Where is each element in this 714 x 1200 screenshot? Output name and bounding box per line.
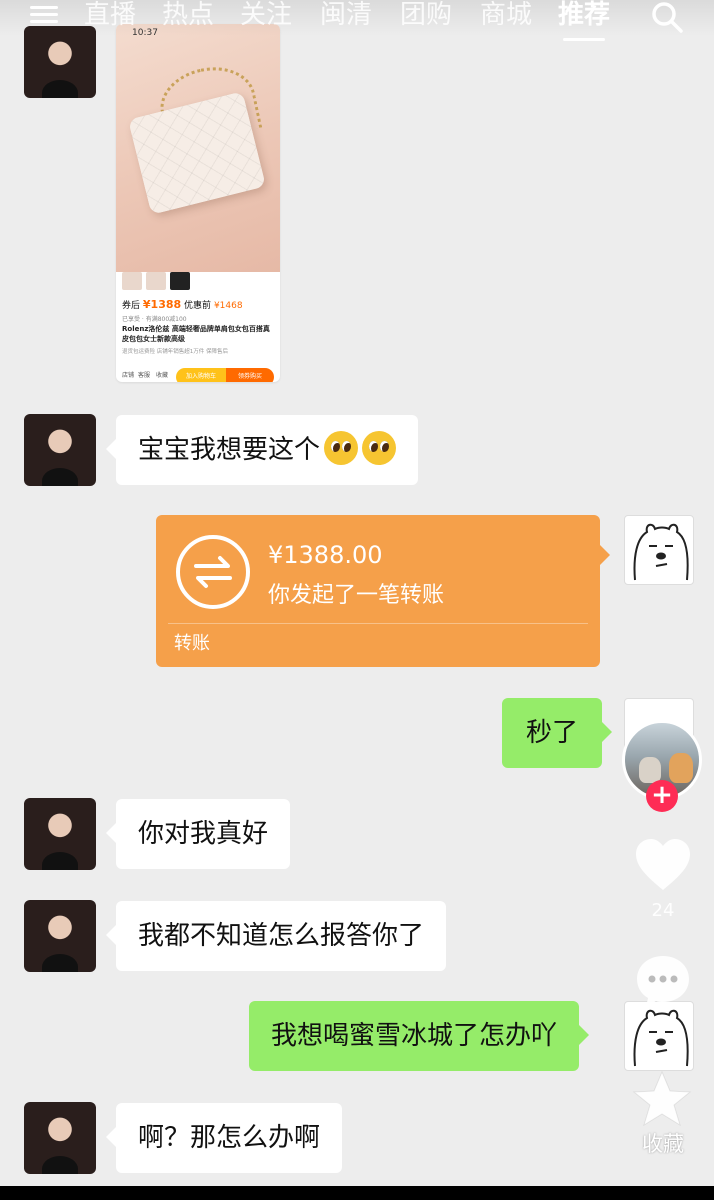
pleading-face-emoji [362,430,397,465]
favorite-label: 收藏 [642,1132,684,1156]
price-label: 券后 [122,301,141,311]
self-avatar[interactable] [624,515,694,585]
heart-icon[interactable] [634,838,692,892]
tab-following[interactable]: 关注 [240,0,292,30]
message-text: 宝宝我想要这个 [138,435,321,465]
message-text: 我想喝蜜雪冰城了怎办吖 [271,1021,558,1051]
bear-avatar-icon [633,1009,689,1067]
product-tags: 退货包运费险 店铺年销售超1万件 保障售后 [122,349,228,355]
message-bubble[interactable]: 我都不知道怎么报答你了 [105,901,447,971]
transfer-divider [168,623,588,624]
message-bubble[interactable]: 秒了 [502,698,613,768]
tab-hot[interactable]: 热点 [162,0,214,30]
transfer-amount: ¥1388.00 [268,541,383,569]
contact-avatar[interactable] [24,1102,96,1174]
comment-icon[interactable] [634,954,692,1008]
tab-live[interactable]: 直播 [84,0,136,30]
message-text: 我都不知道怎么报答你了 [138,921,425,951]
contact-avatar[interactable] [24,414,96,486]
active-tab-indicator [563,38,605,41]
contact-avatar[interactable] [24,900,96,972]
product-promo: 已享受 · 有满800减100 [122,316,187,323]
product-price: ¥1388 [142,298,182,311]
message-text: 啊？那怎么办啊 [138,1123,321,1153]
tab-mall[interactable]: 商城 [480,0,532,30]
transfer-description: 你发起了一笔转账 [268,583,445,608]
product-photo: 10:37 [116,24,280,272]
price-row: 券后 ¥1388 优惠前 ¥1468 [122,298,243,311]
compare-label: 优惠前 [184,301,212,311]
buy-button: 领券购买 [226,368,274,382]
top-nav: 直播 热点 关注 闽清 团购 商城 推荐 [0,0,714,41]
like-count: 24 [651,900,675,921]
hamburger-menu-icon[interactable] [30,2,58,24]
add-to-cart-button: 加入购物车 [176,368,226,382]
fav-button: 收藏 [156,372,169,379]
message-bubble[interactable]: 啊？那怎么办啊 [105,1103,343,1173]
contact-avatar[interactable] [24,26,96,98]
product-title: Rolenz洛伦兹 高端轻奢品牌单肩包女包百搭真皮包包女士新款高级 [122,325,270,343]
contact-avatar[interactable] [24,798,96,870]
tab-recommend[interactable]: 推荐 [558,0,610,30]
bottom-bar [0,1186,714,1200]
cat-image [669,753,693,783]
message-bubble[interactable]: 宝宝我想要这个 [105,415,419,485]
pleading-face-emoji [324,430,359,465]
message-text: 你对我真好 [138,819,269,849]
message-bubble[interactable]: 我想喝蜜雪冰城了怎办吖 [249,1001,590,1071]
transfer-label: 转账 [174,633,210,654]
bear-avatar-icon [633,523,689,581]
product-action-bar: 店铺 客服 收藏 加入购物车 领券购买 [116,366,280,382]
tab-local[interactable]: 闽清 [320,0,372,30]
self-avatar[interactable] [624,1001,694,1071]
message-text: 秒了 [526,718,579,748]
transfer-card[interactable]: ¥1388.00 你发起了一笔转账 转账 [156,515,610,667]
message-bubble[interactable]: 你对我真好 [105,799,291,869]
tab-group-buy[interactable]: 团购 [400,0,452,30]
product-screenshot-image[interactable]: 10:37 券后 ¥1388 优惠前 ¥1468 已享受 · 有满800减100… [116,24,280,382]
handbag-image [127,91,267,215]
service-button: 客服 [138,372,151,379]
transfer-icon [176,535,250,609]
compare-price: ¥1468 [213,301,243,311]
shop-button: 店铺 [122,372,135,379]
star-icon[interactable] [632,1070,692,1128]
follow-button[interactable]: + [646,780,678,812]
search-icon[interactable] [650,0,684,34]
product-thumbnails [122,272,190,292]
